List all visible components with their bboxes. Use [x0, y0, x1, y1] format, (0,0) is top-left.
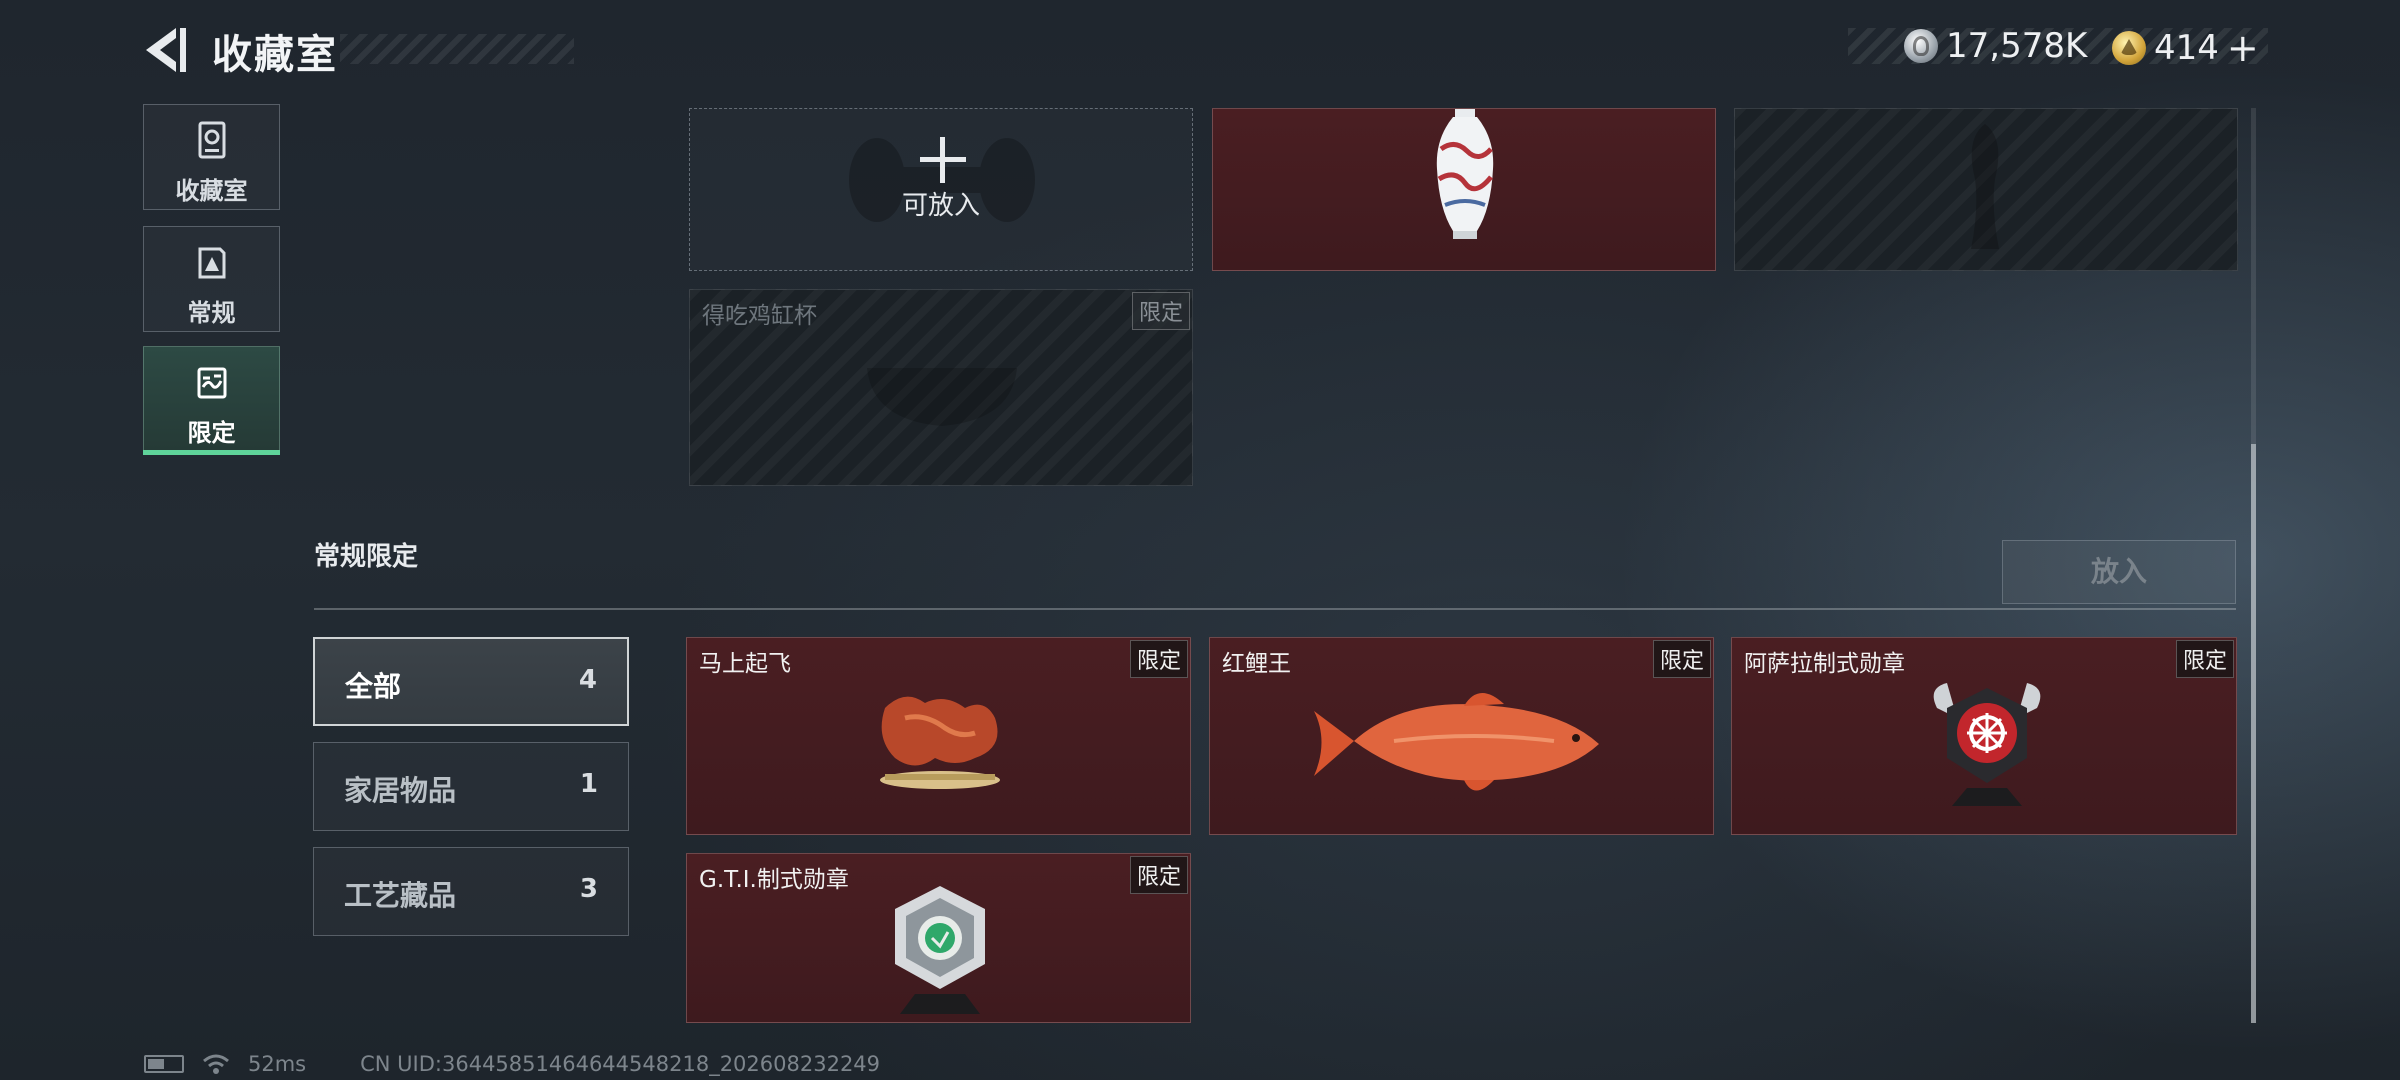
- regular-icon: [198, 247, 225, 279]
- porcelain-vase-icon: [1436, 109, 1494, 239]
- vase-card[interactable]: [1212, 108, 1716, 271]
- battery-icon: [144, 1055, 184, 1073]
- silver-amount: 17,578K: [1946, 26, 2088, 66]
- empty-display-slot[interactable]: 可放入: [689, 108, 1193, 271]
- back-arrow-icon: [146, 28, 186, 72]
- add-icon: [920, 137, 966, 183]
- back-button[interactable]: [140, 22, 190, 78]
- page-title: 收藏室: [212, 32, 338, 78]
- nav-label: 限定: [187, 419, 236, 447]
- nav-label: 收藏室: [175, 177, 248, 205]
- scrollbar-thumb[interactable]: [2251, 444, 2256, 1023]
- red-carp-icon: [1314, 692, 1599, 791]
- gold-coin-icon: [2112, 31, 2146, 65]
- filter-count: 3: [579, 874, 598, 904]
- silver-currency: 17,578K: [1904, 26, 2087, 66]
- gold-amount: 414: [2154, 28, 2219, 68]
- item-name: 马上起飞: [699, 651, 791, 677]
- filter-craft-items[interactable]: 工艺藏品 3: [313, 847, 629, 936]
- gti-medal-icon: [895, 886, 985, 1014]
- item-card-gti-medal[interactable]: G.T.I.制式勋章 限定: [686, 853, 1191, 1023]
- filter-label: 全部: [345, 670, 402, 703]
- filter-label: 工艺藏品: [344, 879, 457, 912]
- filter-count: 1: [579, 769, 598, 799]
- locked-item-silhouette-icon: [1971, 124, 1999, 249]
- filter-label: 家居物品: [344, 774, 457, 807]
- item-name: 红鲤王: [1222, 651, 1291, 677]
- item-name: 得吃鸡缸杯: [702, 303, 817, 329]
- bowl-silhouette-icon: [867, 368, 1017, 426]
- locked-card-bowl[interactable]: 得吃鸡缸杯 限定: [689, 289, 1193, 486]
- item-card-horse[interactable]: 马上起飞 限定: [686, 637, 1191, 835]
- silver-coin-icon: [1904, 29, 1938, 63]
- limited-tag: 限定: [2175, 640, 2234, 678]
- wifi-icon: [203, 1054, 229, 1074]
- collection-room-icon: [198, 121, 225, 159]
- limited-icon: [197, 367, 226, 399]
- nav-item-collection-room[interactable]: 收藏室: [143, 104, 280, 210]
- nav-label: 常规: [187, 299, 236, 327]
- item-card-carp[interactable]: 红鲤王 限定: [1209, 637, 1714, 835]
- item-card-asala-medal[interactable]: 阿萨拉制式勋章 限定: [1731, 637, 2237, 835]
- filter-count: 4: [578, 665, 597, 695]
- limited-tag: 限定: [1129, 640, 1188, 678]
- status-bar: 52ms CN UID:36445851464644548218_2026082…: [144, 1052, 880, 1076]
- item-name: G.T.I.制式勋章: [699, 867, 849, 893]
- section-divider: [314, 608, 2236, 610]
- empty-slot-label: 可放入: [901, 191, 980, 221]
- add-currency-icon[interactable]: +: [2227, 26, 2259, 70]
- limited-tag: 限定: [1131, 292, 1190, 330]
- scrollbar[interactable]: [2251, 108, 2256, 1023]
- item-name: 阿萨拉制式勋章: [1744, 651, 1905, 677]
- limited-tag: 限定: [1129, 856, 1188, 894]
- place-button[interactable]: 放入: [2002, 540, 2236, 604]
- section-title: 常规限定: [314, 542, 419, 572]
- uid-text: CN UID:36445851464644548218_202608232249: [360, 1052, 881, 1076]
- limited-tag: 限定: [1652, 640, 1711, 678]
- filter-all[interactable]: 全部 4: [313, 637, 629, 726]
- title-decoration: [340, 34, 574, 64]
- gold-currency[interactable]: 414 +: [2112, 26, 2259, 70]
- filter-home-items[interactable]: 家居物品 1: [313, 742, 629, 831]
- nav-item-regular[interactable]: 常规: [143, 226, 280, 332]
- locked-card-silhouette[interactable]: [1734, 108, 2238, 271]
- asala-medal-icon: [1933, 683, 2041, 806]
- nav-item-limited[interactable]: 限定: [143, 346, 280, 455]
- flying-horse-icon: [880, 696, 1000, 789]
- ping-value: 52ms: [248, 1052, 307, 1076]
